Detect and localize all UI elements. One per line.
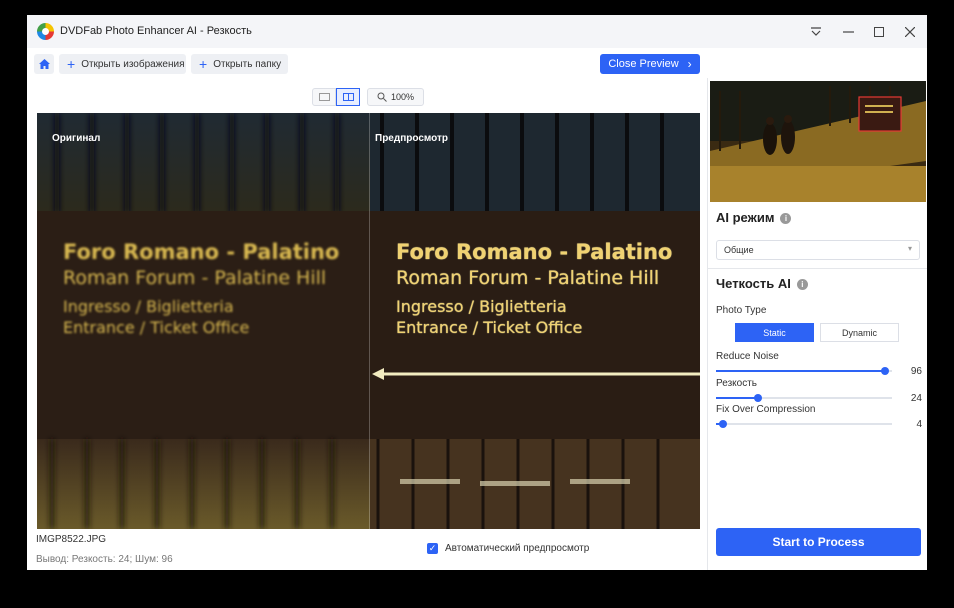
open-images-button[interactable]: + Открыть изображения: [59, 54, 186, 74]
preview-area[interactable]: Foro Romano - Palatino Roman Forum - Pal…: [37, 113, 700, 529]
chevron-right-icon: ›: [687, 57, 692, 71]
auto-preview-label: Автоматический предпросмотр: [445, 543, 590, 554]
sign-line: Entrance / Ticket Office: [63, 317, 250, 337]
enhanced-sign-text: Foro Romano - Palatino Roman Forum - Pal…: [396, 239, 672, 339]
slider-track: [716, 423, 892, 425]
zoom-icon: [377, 92, 387, 102]
split-divider[interactable]: [369, 113, 370, 529]
zoom-level: 100%: [390, 92, 415, 102]
single-view-button[interactable]: [312, 88, 336, 106]
reduce-noise-label: Reduce Noise: [716, 351, 779, 362]
photo-type-label: Photo Type: [716, 305, 767, 316]
fix-compression-label: Fix Over Compression: [716, 404, 816, 415]
single-view-icon: [318, 93, 330, 101]
info-icon[interactable]: i: [796, 279, 808, 290]
sign-line: Foro Romano - Palatino: [63, 240, 340, 264]
ai-mode-title-text: AI режим: [716, 210, 775, 225]
split-view-icon: [342, 93, 354, 101]
slider-handle[interactable]: [719, 420, 728, 428]
slider-fill: [716, 370, 885, 372]
app-logo-icon: [37, 23, 54, 40]
open-folder-label: Открыть папку: [213, 58, 282, 70]
start-process-button[interactable]: Start to Process: [716, 528, 921, 556]
dropdown-menu-icon[interactable]: [805, 21, 827, 43]
sign-line: Entrance / Ticket Office: [396, 317, 583, 337]
home-button[interactable]: [34, 54, 54, 74]
preview-pane: Foro Romano - Palatino Roman Forum - Pal…: [370, 113, 700, 529]
slider-handle[interactable]: [754, 394, 763, 402]
thumbnail-navigator[interactable]: [710, 81, 926, 202]
reduce-noise-value: 96: [910, 366, 922, 377]
sign-line: Ingresso / Biglietteria: [396, 296, 567, 316]
original-label: Оригинал: [52, 133, 101, 144]
clarity-title-text: Четкость AI: [716, 276, 791, 291]
fix-compression-slider[interactable]: [716, 418, 892, 430]
original-pane: Foro Romano - Palatino Roman Forum - Pal…: [37, 113, 370, 529]
dynamic-label: Dynamic: [841, 327, 877, 338]
ai-mode-title: AI режим i: [716, 210, 792, 225]
sharpness-value: 24: [910, 393, 922, 404]
settings-sidebar: AI режим i Общие ▾ Четкость AI i Photo Typ…: [707, 78, 927, 570]
app-window: DVDFab Photo Enhancer AI - Резкость + От…: [27, 15, 927, 570]
sharpness-slider[interactable]: [716, 392, 892, 404]
plus-icon: +: [67, 56, 76, 72]
open-folder-button[interactable]: + Открыть папку: [191, 54, 288, 74]
photo-type-static-button[interactable]: Static: [735, 323, 814, 342]
chevron-down-icon: ▾: [907, 244, 912, 253]
close-icon[interactable]: [899, 21, 921, 43]
photo-type-dynamic-button[interactable]: Dynamic: [820, 323, 899, 342]
info-icon[interactable]: i: [780, 213, 792, 224]
ai-mode-select[interactable]: Общие ▾: [716, 240, 920, 260]
file-name: IMGP8522.JPG: [36, 534, 107, 545]
auto-preview-toggle[interactable]: ✓ Автоматический предпросмотр: [427, 543, 589, 554]
clarity-title: Четкость AI i: [716, 276, 808, 291]
close-preview-button[interactable]: Close Preview ›: [600, 54, 700, 74]
original-sign-text: Foro Romano - Palatino Roman Forum - Pal…: [63, 239, 339, 339]
reduce-noise-slider[interactable]: [716, 365, 892, 377]
view-tools: 100%: [312, 88, 424, 106]
window-title: DVDFab Photo Enhancer AI - Резкость: [60, 25, 252, 37]
slider-handle[interactable]: [880, 367, 889, 375]
sign-line: Roman Forum - Palatine Hill: [396, 267, 660, 290]
sharpness-label: Резкость: [716, 378, 757, 389]
output-settings: Вывод: Резкость: 24; Шум: 96: [36, 554, 173, 565]
minimize-icon[interactable]: [837, 21, 859, 43]
close-preview-label: Close Preview: [608, 58, 679, 70]
checkbox-checked-icon[interactable]: ✓: [427, 543, 438, 554]
thumbnail-image: [710, 81, 926, 202]
maximize-icon[interactable]: [868, 21, 890, 43]
split-view-button[interactable]: [336, 88, 360, 106]
preview-label: Предпросмотр: [375, 133, 449, 144]
fix-compression-value: 4: [916, 419, 922, 430]
sign-line: Foro Romano - Palatino: [396, 240, 673, 264]
divider: [708, 268, 927, 269]
static-label: Static: [763, 327, 786, 338]
zoom-control[interactable]: 100%: [367, 88, 424, 106]
sign-line: Ingresso / Biglietteria: [63, 296, 234, 316]
plus-icon: +: [199, 56, 208, 72]
open-images-label: Открыть изображения: [81, 58, 185, 70]
start-process-label: Start to Process: [772, 535, 865, 549]
title-bar: DVDFab Photo Enhancer AI - Резкость: [27, 15, 927, 48]
slider-fill: [716, 397, 759, 399]
home-icon: [38, 59, 50, 69]
ai-mode-value: Общие: [724, 245, 754, 255]
sign-line: Roman Forum - Palatine Hill: [63, 267, 327, 290]
